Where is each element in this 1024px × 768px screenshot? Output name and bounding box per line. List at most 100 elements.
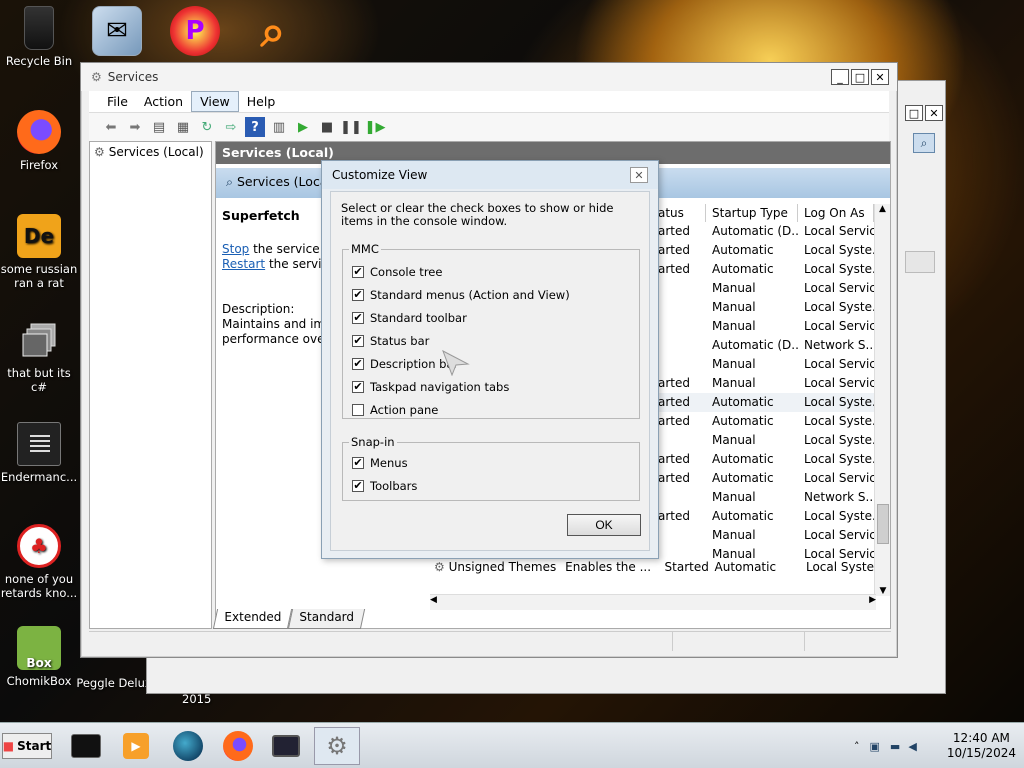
- refresh-icon[interactable]: ↻: [197, 117, 217, 137]
- back-arrow-icon[interactable]: ⬅: [101, 117, 121, 137]
- scroll-left-icon[interactable]: ◀: [430, 595, 437, 610]
- menu-view[interactable]: View: [191, 91, 239, 112]
- pause-icon[interactable]: ❚❚: [340, 117, 362, 137]
- desktop-icon-peggle[interactable]: Peggle Delux: [74, 676, 154, 690]
- table-row[interactable]: Manual Local Syste...: [652, 298, 874, 317]
- task-services[interactable]: ⚙: [314, 727, 360, 765]
- task-terminal[interactable]: [66, 727, 106, 765]
- desktop-icon-russian-rat[interactable]: De some russian ran a rat: [0, 214, 78, 290]
- play-icon[interactable]: ▶: [293, 117, 313, 137]
- forward-arrow-icon[interactable]: ➡: [125, 117, 145, 137]
- bg-search-icon[interactable]: ⌕: [913, 133, 935, 153]
- tray-network-icon[interactable]: ▣: [870, 740, 880, 753]
- minimize-icon[interactable]: _: [831, 69, 849, 85]
- checkmark-icon[interactable]: ✔: [352, 456, 364, 469]
- table-row[interactable]: arted Automatic Local Service: [652, 469, 874, 488]
- restart-service-link[interactable]: Restart: [222, 257, 265, 271]
- tray-volume-icon[interactable]: ◀: [908, 740, 916, 753]
- table-row[interactable]: Manual Local Service: [652, 317, 874, 336]
- export-list-icon[interactable]: ⇨: [221, 117, 241, 137]
- table-row[interactable]: arted Automatic Local Syste...: [652, 412, 874, 431]
- start-button[interactable]: ■ Start: [2, 733, 52, 759]
- table-row-unsigned-themes[interactable]: ⚙ Unsigned Themes Enables the ... Starte…: [430, 558, 885, 577]
- column-log-on-as[interactable]: Log On As: [798, 204, 874, 222]
- scroll-down-icon[interactable]: ▼: [875, 586, 891, 596]
- desktop-icon-none-of-you[interactable]: ♣ none of you retards kno...: [0, 524, 78, 600]
- bg-maximize-icon[interactable]: □: [905, 105, 923, 121]
- snapin-checkbox-1[interactable]: ✔ Toolbars: [343, 474, 639, 497]
- mmc-checkbox-6[interactable]: Action pane: [343, 398, 639, 421]
- task-tv[interactable]: [266, 727, 306, 765]
- console-tree-icon[interactable]: ▤: [149, 117, 169, 137]
- table-row[interactable]: arted Automatic Local Syste...: [652, 393, 874, 412]
- table-row[interactable]: arted Automatic Local Syste...: [652, 241, 874, 260]
- horizontal-scrollbar[interactable]: ◀ ▶: [430, 594, 876, 610]
- desktop-icon-endermanch[interactable]: Endermanc...: [0, 422, 78, 484]
- tab-extended[interactable]: Extended: [212, 609, 293, 629]
- desktop-icon-chomikbox[interactable]: Box ChomikBox: [0, 626, 78, 688]
- table-row[interactable]: Manual Local Service: [652, 355, 874, 374]
- bg-button[interactable]: [905, 251, 935, 273]
- show-hide-icon[interactable]: ▥: [269, 117, 289, 137]
- task-globe[interactable]: [168, 727, 208, 765]
- checkmark-icon[interactable]: ✔: [352, 265, 364, 278]
- mmc-checkbox-2[interactable]: ✔ Standard toolbar: [343, 306, 639, 329]
- tray-expand-icon[interactable]: ˄: [854, 740, 860, 753]
- checkmark-icon[interactable]: ✔: [352, 479, 364, 492]
- help-icon[interactable]: ?: [245, 117, 265, 137]
- desktop-icon-csharp[interactable]: that but its c#: [0, 318, 78, 394]
- table-row[interactable]: arted Manual Local Service: [652, 374, 874, 393]
- checkmark-icon[interactable]: ✔: [352, 288, 364, 301]
- restart-icon[interactable]: ❚▶: [365, 117, 386, 137]
- stop-service-link[interactable]: Stop: [222, 242, 249, 256]
- task-firefox[interactable]: [218, 727, 258, 765]
- mmc-checkbox-4[interactable]: ✔ Description bar: [343, 352, 639, 375]
- table-row[interactable]: Manual Local Service: [652, 526, 874, 545]
- clock[interactable]: 12:40 AM 10/15/2024: [947, 731, 1016, 761]
- tree-item-services-local[interactable]: ⚙ Services (Local): [90, 142, 211, 162]
- dialog-titlebar[interactable]: Customize View ✕: [322, 161, 658, 189]
- table-row[interactable]: Manual Local Syste...: [652, 431, 874, 450]
- scroll-thumb[interactable]: [877, 504, 889, 544]
- mmc-checkbox-5[interactable]: ✔ Taskpad navigation tabs: [343, 375, 639, 398]
- snapin-checkbox-0[interactable]: ✔ Menus: [343, 451, 639, 474]
- stop-icon[interactable]: ■: [317, 117, 337, 137]
- table-row[interactable]: arted Automatic Local Syste...: [652, 507, 874, 526]
- desktop-icon-recycle-bin[interactable]: Recycle Bin: [0, 6, 78, 68]
- close-icon[interactable]: ✕: [871, 69, 889, 85]
- mail-app-icon[interactable]: ✉: [92, 6, 142, 56]
- checkmark-icon[interactable]: ✔: [352, 380, 364, 393]
- column-status[interactable]: atus: [652, 204, 706, 222]
- magnifier-app-icon[interactable]: ⌕: [248, 6, 298, 57]
- table-row[interactable]: arted Automatic Local Syste...: [652, 260, 874, 279]
- services-titlebar[interactable]: ⚙ Services _ □ ✕: [81, 63, 897, 91]
- checkmark-icon[interactable]: ✔: [352, 334, 364, 347]
- table-row[interactable]: Manual Network S...: [652, 488, 874, 507]
- dialog-close-icon[interactable]: ✕: [630, 167, 648, 183]
- mmc-checkbox-1[interactable]: ✔ Standard menus (Action and View): [343, 283, 639, 306]
- task-media[interactable]: ▶: [116, 727, 156, 765]
- scroll-right-icon[interactable]: ▶: [869, 595, 876, 610]
- empty-checkbox-icon[interactable]: [352, 403, 364, 416]
- bg-close-icon[interactable]: ✕: [925, 105, 943, 121]
- checkmark-icon[interactable]: ✔: [352, 357, 364, 370]
- desktop-icon-firefox[interactable]: Firefox: [0, 110, 78, 172]
- table-row[interactable]: arted Automatic Local Syste...: [652, 450, 874, 469]
- table-row[interactable]: arted Automatic (D... Local Service: [652, 222, 874, 241]
- peggle-p-icon[interactable]: P: [170, 6, 220, 56]
- menu-help[interactable]: Help: [239, 92, 284, 111]
- tab-standard[interactable]: Standard: [287, 609, 365, 629]
- table-row[interactable]: Manual Local Service: [652, 279, 874, 298]
- table-row[interactable]: Automatic (D... Network S...: [652, 336, 874, 355]
- mmc-checkbox-3[interactable]: ✔ Status bar: [343, 329, 639, 352]
- tray-monitor-icon[interactable]: ▬: [890, 740, 900, 753]
- properties-icon[interactable]: ▦: [173, 117, 193, 137]
- menu-action[interactable]: Action: [136, 92, 191, 111]
- mmc-checkbox-0[interactable]: ✔ Console tree: [343, 260, 639, 283]
- scroll-up-icon[interactable]: ▲: [875, 204, 890, 218]
- vertical-scrollbar[interactable]: ▲ ▼: [874, 204, 890, 596]
- maximize-icon[interactable]: □: [851, 69, 869, 85]
- checkmark-icon[interactable]: ✔: [352, 311, 364, 324]
- column-startup-type[interactable]: Startup Type: [706, 204, 798, 222]
- ok-button[interactable]: OK: [567, 514, 641, 536]
